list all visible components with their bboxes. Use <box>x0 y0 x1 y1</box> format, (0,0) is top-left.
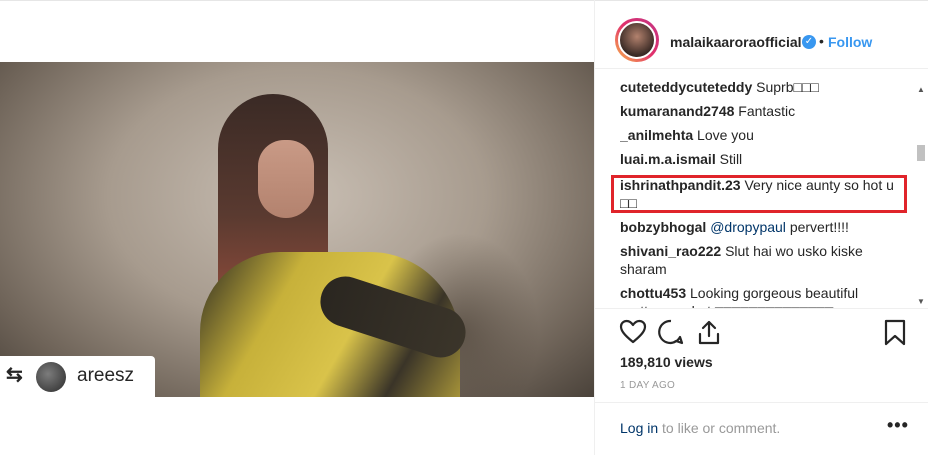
comment-text: Love you <box>697 127 754 143</box>
post-image[interactable] <box>0 62 594 397</box>
comment-item: luai.m.a.ismail Still <box>620 150 895 168</box>
comment-text: Fantastic <box>738 103 796 119</box>
figure-face <box>258 140 314 218</box>
comment-text: pervert!!!! <box>789 219 849 235</box>
comment-item: bobzybhogal @dropypaul pervert!!!! <box>620 218 895 236</box>
comment-item: shivani_rao222 Slut hai wo usko kiske sh… <box>620 242 895 278</box>
comment-username[interactable]: shivani_rao222 <box>620 243 721 259</box>
profile-username[interactable]: malaikaaroraofficial <box>670 34 802 50</box>
action-bar <box>619 318 919 348</box>
comment-username[interactable]: kumaranand2748 <box>620 103 734 119</box>
footer-divider <box>595 402 928 403</box>
comment-item: cuteteddycuteteddy Suprb□□□ <box>620 78 895 96</box>
repost-username[interactable]: areesz <box>77 365 134 387</box>
more-options-button[interactable]: ••• <box>887 415 909 436</box>
highlight-box <box>611 175 907 213</box>
comment-icon[interactable] <box>657 318 685 346</box>
login-prompt: Log in to like or comment. <box>620 420 780 436</box>
login-prompt-text: to like or comment. <box>662 420 781 436</box>
comment-text: Suprb□□□ <box>756 79 819 95</box>
follow-button[interactable]: Follow <box>828 34 872 50</box>
header-separator: • <box>819 33 824 49</box>
comment-username[interactable]: cuteteddycuteteddy <box>620 79 752 95</box>
scroll-thumb[interactable] <box>917 145 925 161</box>
comments-scrollbar[interactable]: ▲ ▼ <box>915 85 926 307</box>
comment-item: kumaranand2748 Fantastic <box>620 102 895 120</box>
post-sidebar: malaikaaroraofficial ✓ • Follow cutetedd… <box>594 0 928 455</box>
comment-mention[interactable]: @dropypaul <box>710 219 786 235</box>
comment-username[interactable]: bobzybhogal <box>620 219 706 235</box>
profile-avatar-ring[interactable] <box>615 18 659 62</box>
post-timestamp[interactable]: 1 DAY AGO <box>620 380 675 391</box>
view-count[interactable]: 189,810 views <box>620 354 713 370</box>
comment-item: _anilmehta Love you <box>620 126 895 144</box>
share-icon[interactable] <box>695 318 723 346</box>
bookmark-icon[interactable] <box>881 318 909 346</box>
comment-username[interactable]: _anilmehta <box>620 127 693 143</box>
verified-badge-icon: ✓ <box>802 35 816 49</box>
profile-avatar[interactable] <box>618 21 656 59</box>
repost-avatar <box>36 362 66 392</box>
post-header: malaikaaroraofficial ✓ • Follow <box>595 18 928 68</box>
comments-divider <box>595 308 928 309</box>
repost-icon: ⇆ <box>6 364 23 386</box>
heart-icon[interactable] <box>619 318 647 346</box>
login-link[interactable]: Log in <box>620 420 658 436</box>
repost-badge[interactable]: ⇆ areesz <box>0 356 155 398</box>
comment-item: chottu453 Looking gorgeous beautiful pre… <box>620 284 895 308</box>
scroll-up-icon[interactable]: ▲ <box>917 85 925 94</box>
comment-username[interactable]: chottu453 <box>620 285 686 301</box>
scroll-down-icon[interactable]: ▼ <box>917 297 925 306</box>
header-divider <box>595 68 928 69</box>
comment-username[interactable]: luai.m.a.ismail <box>620 151 716 167</box>
comment-text: Still <box>719 151 743 167</box>
